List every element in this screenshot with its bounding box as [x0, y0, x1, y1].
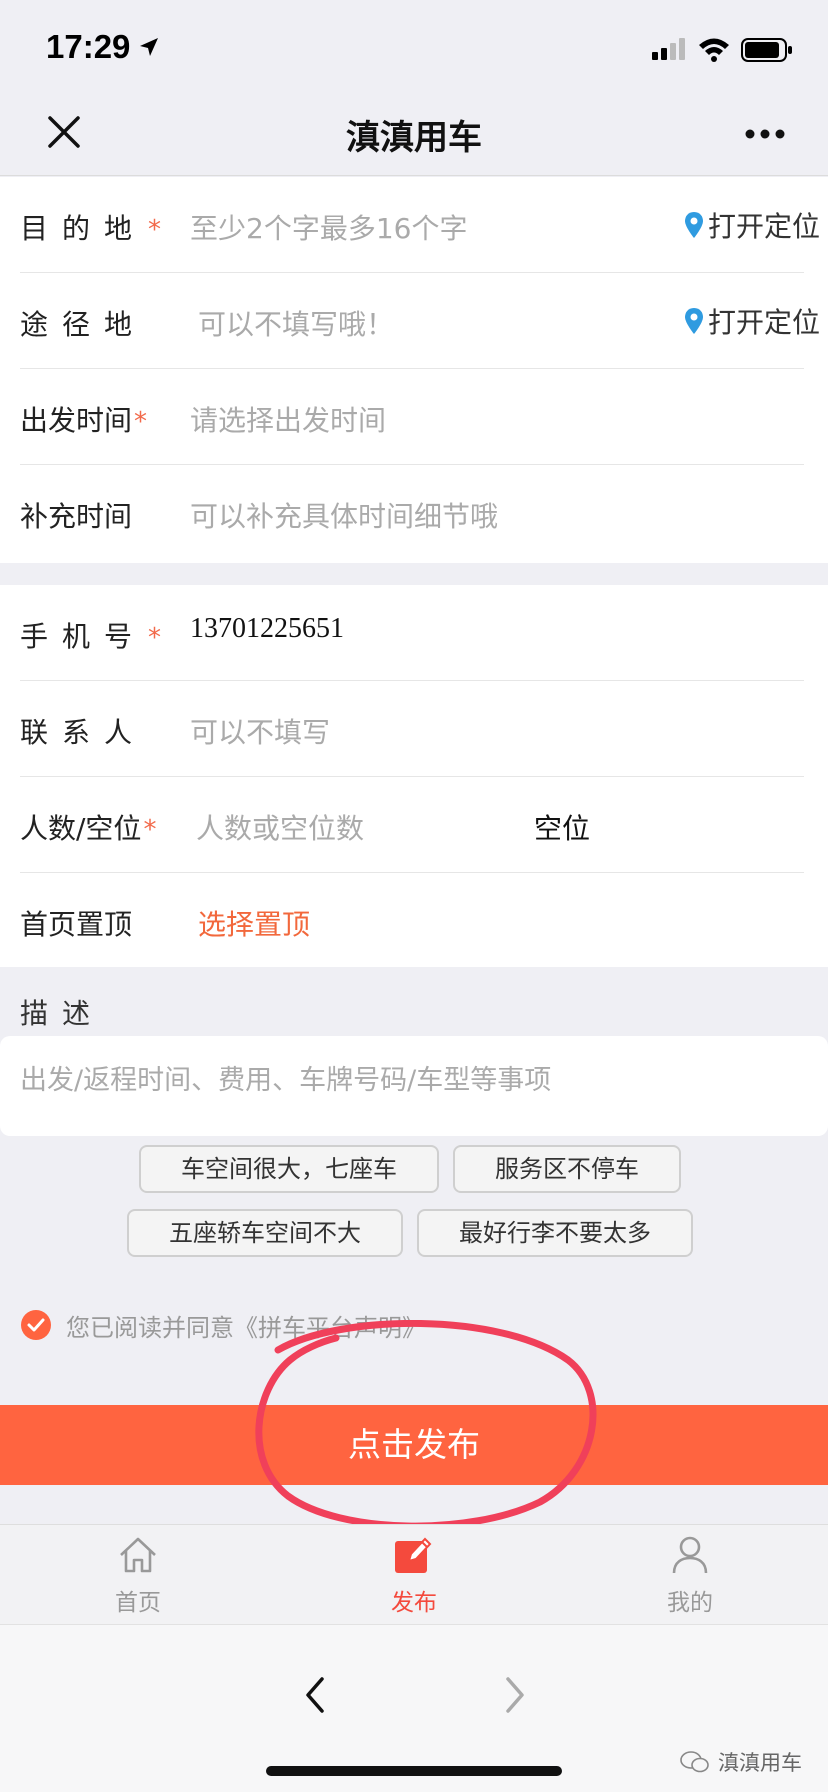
tab-home[interactable]: 首页	[78, 1533, 198, 1623]
contact-form-card: 手机号* 13701225651 联系人 可以不填写 人数/空位* 人数或空位数…	[0, 585, 828, 967]
destination-row[interactable]: 目的地* 至少2个字最多16个字 打开定位	[0, 177, 828, 273]
checkmark-circle-icon[interactable]	[20, 1309, 52, 1341]
tab-bar: 首页 发布 我的	[0, 1524, 828, 1624]
tab-label: 发布	[391, 1590, 437, 1616]
description-textarea[interactable]: 出发/返程时间、费用、车牌号码/车型等事项	[0, 1036, 828, 1136]
waypoint-locate-button[interactable]: 打开定位	[684, 301, 820, 341]
seats-row[interactable]: 人数/空位* 人数或空位数 空位	[0, 777, 828, 873]
battery-icon	[741, 38, 792, 62]
tab-label: 我的	[667, 1590, 713, 1616]
cellular-signal-icon	[652, 38, 685, 60]
required-mark: *	[148, 623, 162, 653]
location-pin-icon	[684, 308, 703, 334]
locate-label: 打开定位	[707, 210, 820, 243]
seat-unit-label: 空位	[534, 812, 591, 845]
wechat-icon	[680, 1751, 709, 1773]
publish-button[interactable]: 点击发布	[0, 1405, 828, 1485]
location-pin-icon	[684, 212, 703, 238]
destination-label: 目的地*	[20, 212, 162, 245]
seats-label: 人数/空位*	[20, 812, 157, 845]
required-mark: *	[143, 815, 157, 845]
tab-mine[interactable]: 我的	[630, 1533, 750, 1623]
locate-label: 打开定位	[707, 306, 820, 339]
quick-phrase-chip[interactable]: 车空间很大，七座车	[139, 1145, 439, 1193]
waypoint-input[interactable]: 可以不填写哦！	[198, 303, 394, 343]
status-bar: 17:29	[0, 0, 828, 92]
agreement-text[interactable]: 您已阅读并同意《拼车平台声明》	[66, 1308, 426, 1343]
phone-label: 手机号*	[20, 620, 162, 653]
quick-phrase-chip[interactable]: 五座轿车空间不大	[127, 1209, 403, 1257]
watermark: 滇滇用车	[680, 1747, 802, 1777]
extra-time-label: 补充时间	[20, 500, 133, 533]
route-form-card: 目的地* 至少2个字最多16个字 打开定位 途径地 可以不填写哦！ 打开定位 出…	[0, 177, 828, 563]
home-icon	[120, 1537, 156, 1573]
status-time: 17:29	[46, 28, 131, 65]
phone-input[interactable]: 13701225651	[190, 613, 344, 645]
depart-time-row[interactable]: 出发时间* 请选择出发时间	[0, 369, 828, 465]
waypoint-label: 途径地	[20, 308, 147, 341]
back-icon[interactable]	[300, 1675, 330, 1715]
navbar: 滇滇用车	[0, 92, 828, 176]
watermark-text: 滇滇用车	[718, 1751, 802, 1775]
phone-row[interactable]: 手机号* 13701225651	[0, 585, 828, 681]
home-indicator	[266, 1766, 562, 1776]
waypoint-row[interactable]: 途径地 可以不填写哦！ 打开定位	[0, 273, 828, 369]
extra-time-input[interactable]: 可以补充具体时间细节哦	[190, 495, 498, 535]
tab-publish[interactable]: 发布	[354, 1533, 474, 1623]
description-label: 描述	[20, 997, 105, 1030]
agreement-checkbox[interactable]: 您已阅读并同意《拼车平台声明》	[20, 1308, 426, 1342]
quick-phrase-chip[interactable]: 服务区不停车	[453, 1145, 681, 1193]
wifi-icon	[699, 38, 729, 62]
required-mark: *	[134, 407, 148, 437]
contact-name-label: 联系人	[20, 716, 147, 749]
tab-label: 首页	[115, 1590, 161, 1616]
extra-time-row[interactable]: 补充时间 可以补充具体时间细节哦	[0, 465, 828, 561]
page-title: 滇滇用车	[346, 118, 482, 158]
pin-top-label: 首页置顶	[20, 908, 133, 941]
depart-time-label: 出发时间*	[20, 404, 148, 437]
pin-top-row[interactable]: 首页置顶 选择置顶	[0, 873, 828, 969]
depart-time-picker[interactable]: 请选择出发时间	[190, 399, 386, 439]
description-placeholder: 出发/返程时间、费用、车牌号码/车型等事项	[20, 1065, 552, 1096]
forward-icon[interactable]	[500, 1675, 530, 1715]
select-pin-link[interactable]: 选择置顶	[198, 903, 310, 943]
destination-input[interactable]: 至少2个字最多16个字	[190, 207, 467, 247]
required-mark: *	[148, 215, 162, 245]
seats-input[interactable]: 人数或空位数	[196, 807, 364, 847]
more-icon[interactable]	[744, 128, 786, 140]
quick-phrase-chip[interactable]: 最好行李不要太多	[417, 1209, 693, 1257]
destination-locate-button[interactable]: 打开定位	[684, 205, 820, 245]
user-icon	[672, 1536, 708, 1574]
edit-icon	[395, 1537, 432, 1573]
location-arrow-icon	[140, 38, 158, 56]
contact-name-input[interactable]: 可以不填写	[190, 711, 330, 751]
contact-name-row[interactable]: 联系人 可以不填写	[0, 681, 828, 777]
